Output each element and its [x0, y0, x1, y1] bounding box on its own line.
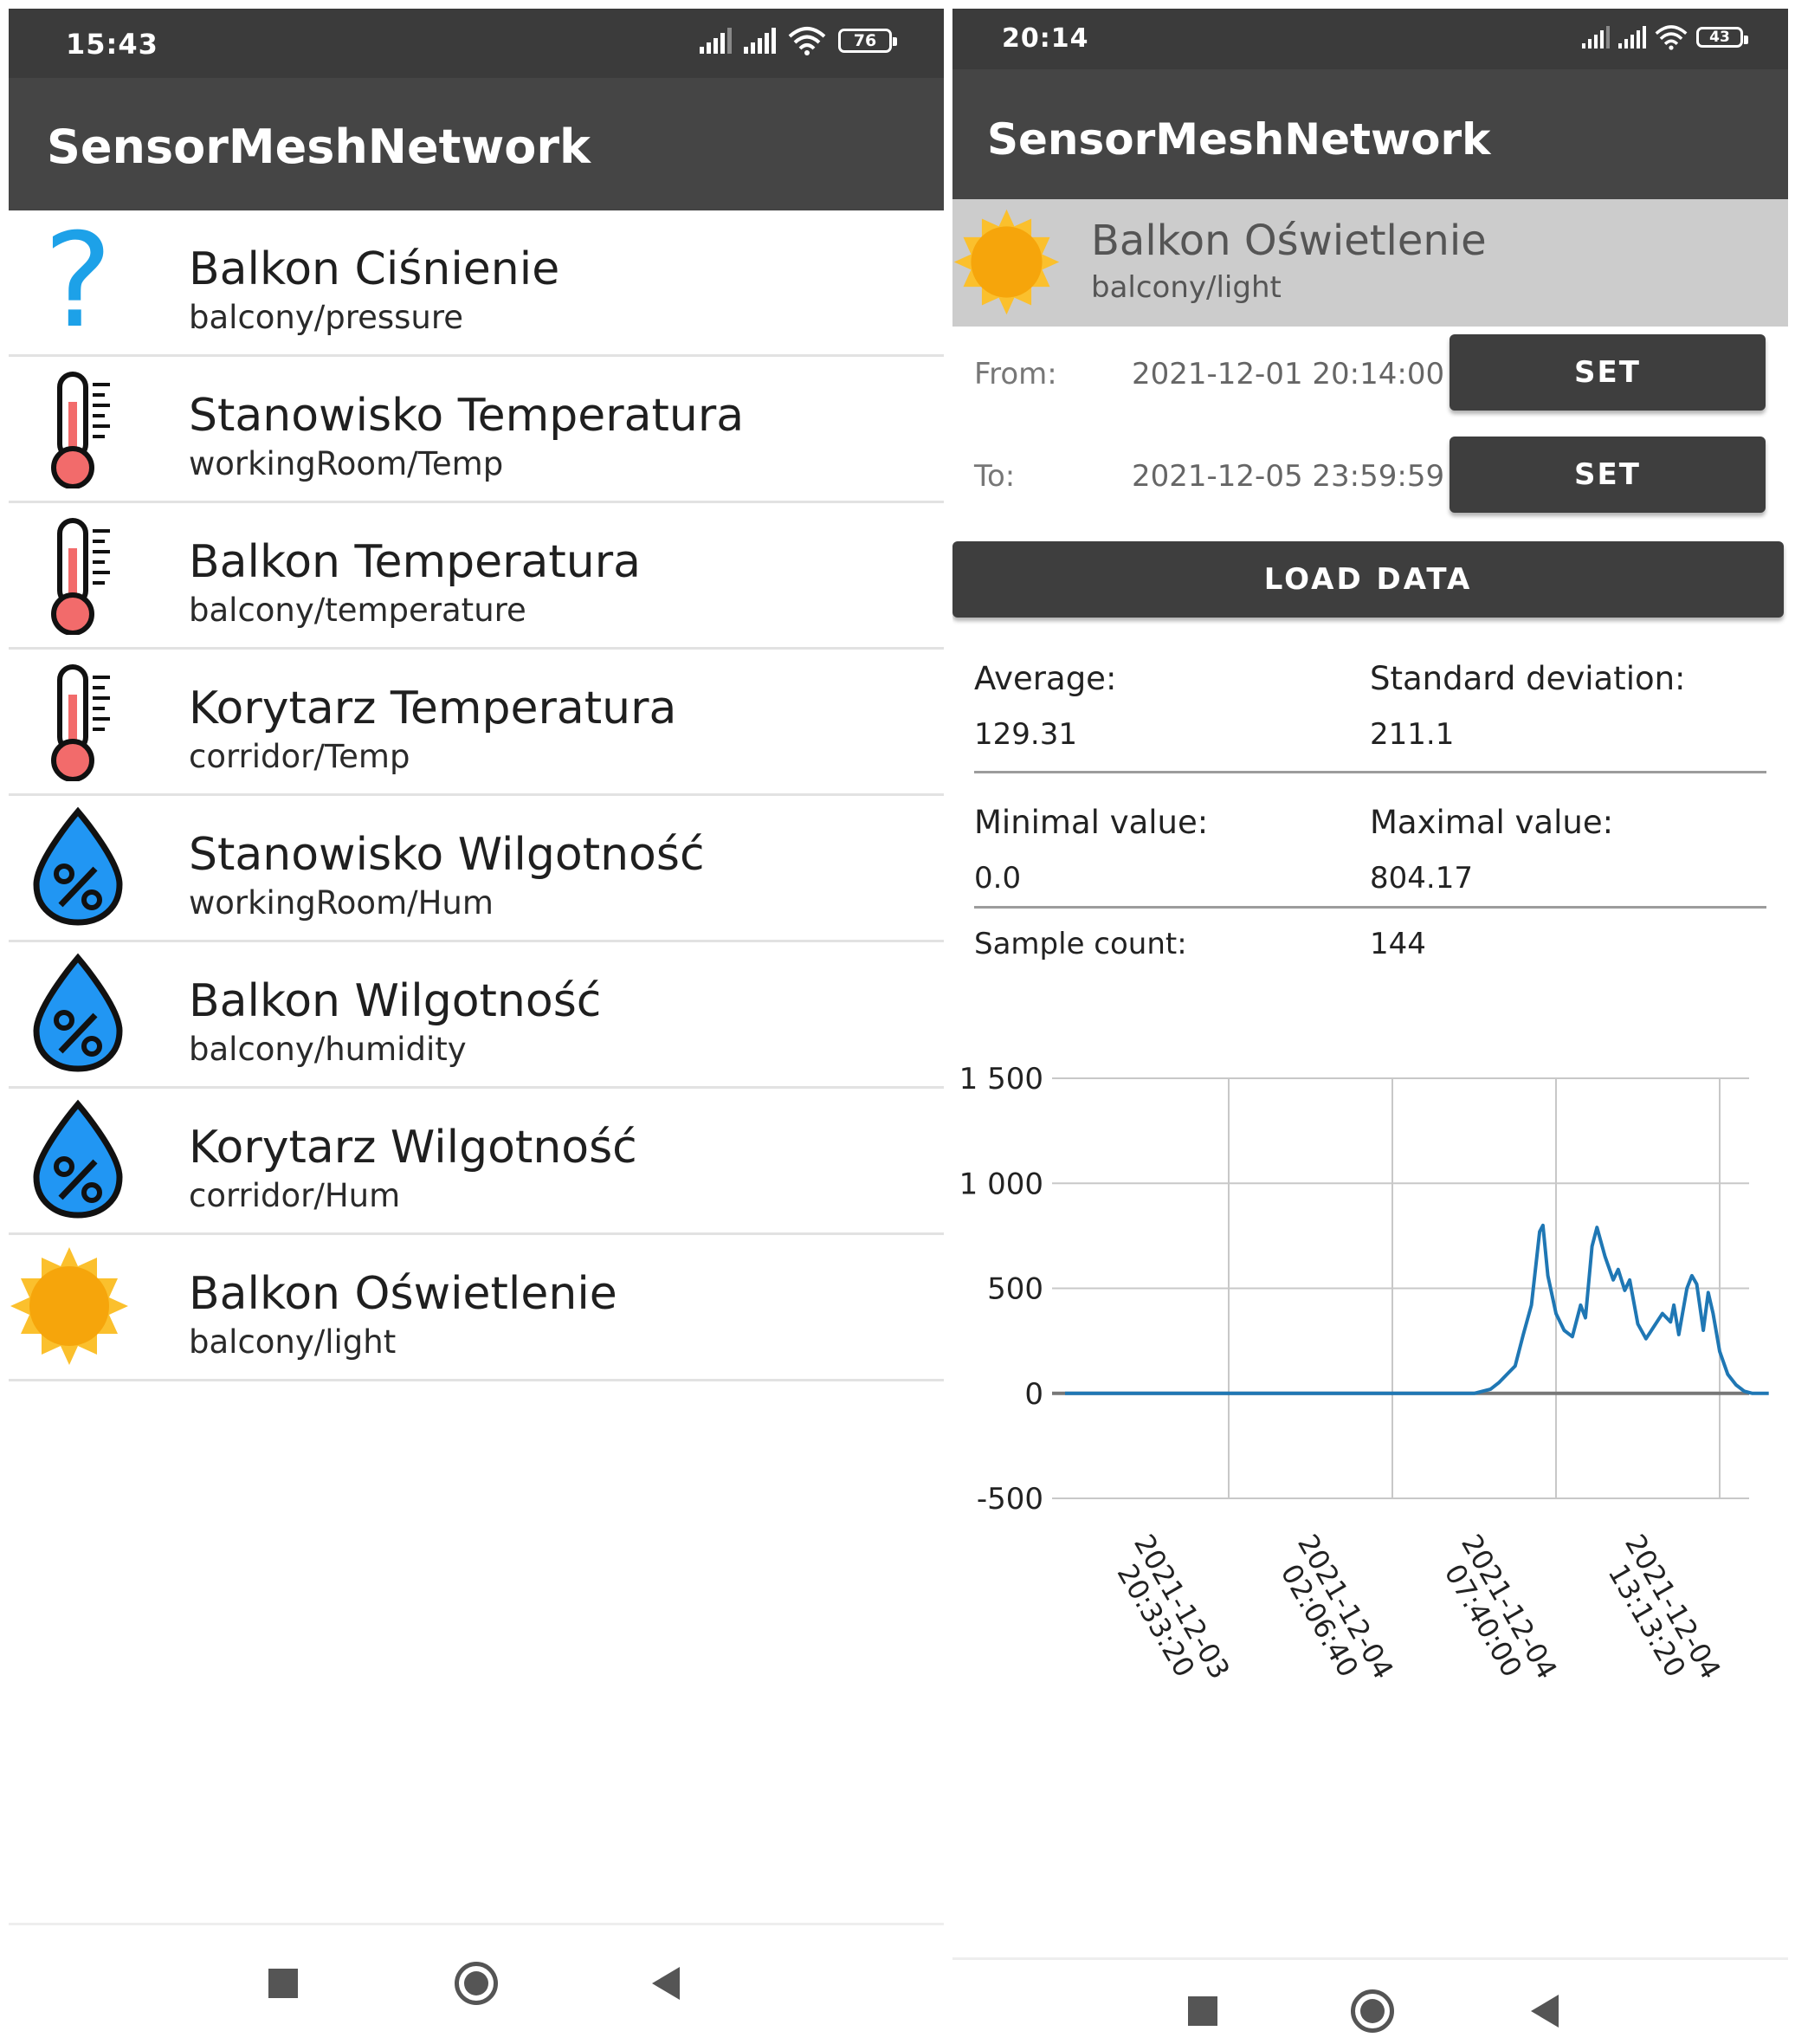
thermometer-icon — [17, 514, 139, 635]
set-from-button[interactable]: SET — [1450, 334, 1766, 411]
sensor-name: Korytarz Wilgotność — [189, 1122, 637, 1174]
max-value: 804.17 — [1370, 861, 1473, 896]
recent-apps-button[interactable] — [268, 1969, 298, 1998]
set-to-button[interactable]: SET — [1450, 437, 1766, 513]
min-label: Minimal value: — [974, 804, 1209, 841]
sun-icon — [9, 1245, 130, 1367]
home-button[interactable] — [1351, 1989, 1394, 2033]
sample-count-label: Sample count: — [974, 927, 1187, 961]
from-value: 2021-12-01 20:14:00 — [1132, 357, 1445, 391]
sensor-name: Balkon Ciśnienie — [189, 243, 560, 295]
status-time: 15:43 — [66, 28, 158, 61]
stddev-value: 211.1 — [1370, 717, 1455, 752]
x-tick-label: 2021-12-0402:06:40 — [1275, 1529, 1400, 1685]
sensor-topic: workingRoom/Temp — [189, 445, 504, 482]
to-label: To: — [974, 459, 1016, 494]
status-icons: 43 — [1582, 24, 1748, 50]
sensor-topic: corridor/Temp — [189, 738, 410, 775]
sensor-topic: balcony/light — [189, 1323, 397, 1361]
status-time: 20:14 — [1002, 23, 1089, 54]
sensor-item-corridor-temp[interactable]: Korytarz Temperatura corridor/Temp — [9, 650, 944, 796]
from-label: From: — [974, 357, 1057, 391]
wifi-icon — [788, 27, 826, 55]
sensor-topic: balcony/humidity — [189, 1031, 467, 1068]
wifi-icon — [1655, 25, 1688, 50]
x-tick-label: 2021-12-0413:13:20 — [1602, 1529, 1727, 1685]
stats-divider — [974, 906, 1766, 909]
sensor-name: Korytarz Temperatura — [189, 682, 677, 734]
sensor-list-screen: 15:43 76 SensorMeshNetwork ? Balkon Ciśn… — [9, 9, 944, 2040]
signal-icon — [1582, 26, 1610, 49]
status-bar: 20:14 43 — [952, 9, 1788, 69]
x-tick-label: 2021-12-0407:40:00 — [1438, 1529, 1564, 1685]
app-bar: SensorMeshNetwork — [9, 78, 944, 210]
app-title: SensorMeshNetwork — [47, 120, 591, 174]
sensor-name: Balkon Temperatura — [189, 536, 641, 588]
sensor-list: ? Balkon Ciśnienie balcony/pressure Stan… — [9, 210, 944, 1381]
status-icons: 76 — [700, 26, 897, 55]
selected-sensor-topic: balcony/light — [1091, 270, 1282, 305]
load-data-button[interactable]: LOAD DATA — [952, 541, 1784, 618]
x-tick-label: 2021-12-0320:33:20 — [1111, 1529, 1236, 1685]
max-label: Maximal value: — [1370, 804, 1614, 841]
sensor-item-balcony-humidity[interactable]: Balkon Wilgotność balcony/humidity — [9, 942, 944, 1089]
back-button[interactable] — [652, 1967, 680, 2000]
home-button[interactable] — [455, 1962, 498, 2005]
y-tick-label: 0 — [1024, 1377, 1043, 1412]
y-tick-label: 1 500 — [959, 1062, 1043, 1096]
sensor-name: Balkon Oświetlenie — [189, 1268, 617, 1320]
humidity-drop-icon — [17, 953, 139, 1074]
average-value: 129.31 — [974, 717, 1077, 752]
to-value: 2021-12-05 23:59:59 — [1132, 459, 1445, 494]
sensor-item-workingroom-hum[interactable]: Stanowisko Wilgotność workingRoom/Hum — [9, 796, 944, 942]
sensor-item-workingroom-temp[interactable]: Stanowisko Temperatura workingRoom/Temp — [9, 357, 944, 503]
y-tick-label: 500 — [987, 1272, 1043, 1307]
stats-divider — [974, 771, 1766, 773]
sensor-item-balcony-pressure[interactable]: ? Balkon Ciśnienie balcony/pressure — [9, 210, 944, 357]
back-button[interactable] — [1531, 1995, 1559, 2028]
sun-icon — [952, 208, 1061, 316]
sensor-topic: balcony/temperature — [189, 592, 526, 629]
sensor-name: Stanowisko Wilgotność — [189, 829, 705, 881]
humidity-drop-icon — [17, 1099, 139, 1220]
sensor-item-corridor-hum[interactable]: Korytarz Wilgotność corridor/Hum — [9, 1089, 944, 1235]
sensor-name: Balkon Wilgotność — [189, 975, 602, 1027]
sensor-item-balcony-light[interactable]: Balkon Oświetlenie balcony/light — [9, 1235, 944, 1381]
selected-sensor-name: Balkon Oświetlenie — [1091, 217, 1487, 265]
battery-icon: 43 — [1696, 27, 1748, 48]
recent-apps-button[interactable] — [1188, 1996, 1217, 2026]
stddev-label: Standard deviation: — [1370, 660, 1686, 697]
sensor-detail-screen: 20:14 43 SensorMeshNetwork Balkon Oświet… — [952, 9, 1788, 2040]
battery-icon: 76 — [838, 29, 897, 53]
signal-icon — [700, 28, 732, 54]
sensor-topic: workingRoom/Hum — [189, 884, 494, 922]
signal-icon — [1618, 26, 1646, 49]
humidity-drop-icon — [17, 806, 139, 928]
selected-sensor-header: Balkon Oświetlenie balcony/light — [952, 199, 1788, 327]
y-tick-label: 1 000 — [959, 1167, 1043, 1201]
sensor-topic: balcony/pressure — [189, 299, 464, 336]
average-label: Average: — [974, 660, 1117, 697]
sensor-topic: corridor/Hum — [189, 1177, 401, 1214]
sample-count-value: 144 — [1370, 927, 1426, 961]
signal-icon — [744, 28, 776, 54]
app-bar: SensorMeshNetwork — [952, 69, 1788, 199]
sensor-item-balcony-temperature[interactable]: Balkon Temperatura balcony/temperature — [9, 503, 944, 650]
series-line — [1065, 1223, 1769, 1395]
min-value: 0.0 — [974, 861, 1022, 896]
sensor-name: Stanowisko Temperatura — [189, 390, 745, 442]
navigation-bar — [9, 1923, 944, 2035]
status-bar: 15:43 76 — [9, 9, 944, 78]
navigation-bar — [952, 1957, 1788, 2040]
light-chart: -500 0 500 1 000 1 500 2021-12-0320:33:20 2021… — [959, 1062, 1769, 1685]
app-title: SensorMeshNetwork — [987, 114, 1491, 165]
y-tick-label: -500 — [977, 1482, 1043, 1517]
question-icon: ? — [43, 206, 113, 357]
thermometer-icon — [17, 660, 139, 781]
thermometer-icon — [17, 367, 139, 488]
